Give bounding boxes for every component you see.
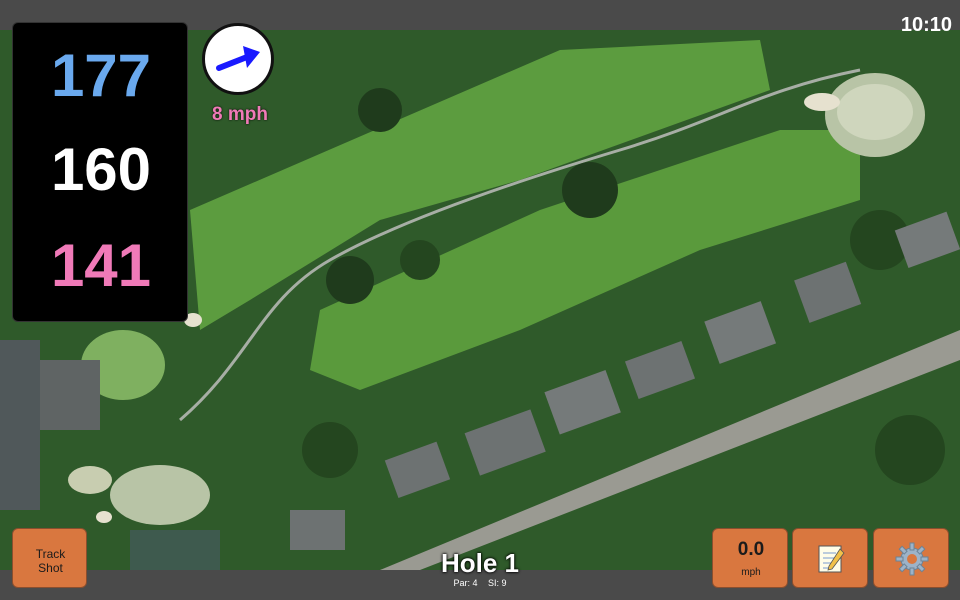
wind-direction-arrow-icon: [216, 46, 260, 71]
track-shot-button[interactable]: Track Shot: [12, 528, 87, 588]
speed-unit: mph: [741, 567, 761, 578]
clock-time: 10:10: [900, 14, 952, 36]
speed-value: 0.0: [737, 539, 765, 560]
notes-button[interactable]: [792, 528, 868, 588]
yardage-panel: 177 160 141: [12, 22, 188, 322]
track-shot-label-line1: Track: [35, 547, 66, 561]
wind-direction-dial: [202, 23, 274, 95]
gear-icon: [895, 542, 929, 576]
front-yardage: 141: [50, 232, 152, 299]
back-yardage: 177: [50, 42, 152, 109]
notepad-icon: [818, 545, 845, 573]
hole-info: Par: 4 SI: 9: [380, 578, 580, 588]
track-shot-label-line2: Shot: [38, 561, 63, 575]
speed-button[interactable]: 0.0 mph: [712, 528, 788, 588]
settings-button[interactable]: [873, 528, 949, 588]
middle-yardage: 160: [50, 136, 152, 203]
wind-speed-label: 8 mph: [212, 104, 268, 125]
hole-par: Par: 4: [453, 578, 478, 588]
hole-stroke-index: SI: 9: [488, 578, 507, 588]
hole-title: Hole 1: [440, 548, 520, 578]
